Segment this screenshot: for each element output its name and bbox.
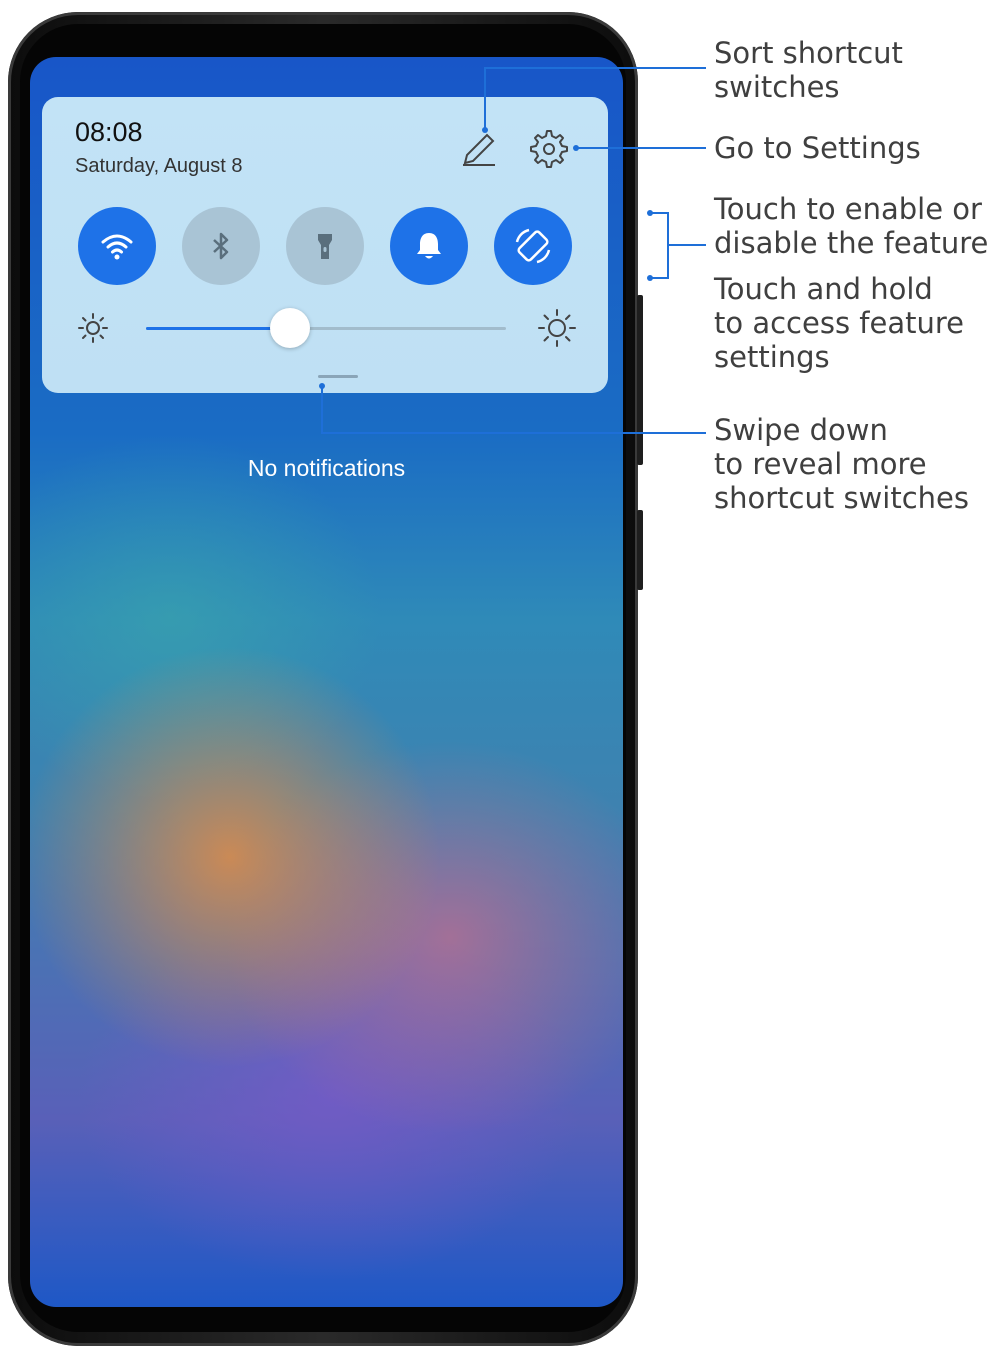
clock-date: Saturday, August 8: [75, 155, 243, 177]
flashlight-toggle[interactable]: [286, 207, 364, 285]
callout-sort-switches: Sort shortcut switches: [714, 36, 903, 104]
gear-icon: [530, 130, 568, 168]
pencil-icon: [463, 133, 495, 166]
flashlight-icon: [318, 234, 332, 259]
settings-button[interactable]: [527, 127, 571, 171]
phone-screen: 08:08 Saturday, August 8 No notification…: [30, 57, 623, 1307]
brightness-high-icon: [536, 307, 578, 354]
wifi-icon: [101, 234, 133, 260]
wifi-toggle[interactable]: [78, 207, 156, 285]
bell-icon: [417, 233, 441, 259]
notification-panel: 08:08 Saturday, August 8: [42, 97, 608, 393]
no-notifications-text: No notifications: [247, 455, 406, 481]
rotate-icon: [515, 228, 551, 264]
callout-go-to-settings: Go to Settings: [714, 131, 921, 165]
brightness-slider-fill: [146, 327, 290, 330]
sound-toggle[interactable]: [390, 207, 468, 285]
brightness-slider-thumb[interactable]: [270, 308, 310, 348]
callout-touch-enable: Touch to enable or disable the feature: [714, 192, 989, 260]
panel-drag-handle[interactable]: [318, 375, 358, 378]
callout-swipe-down: Swipe down to reveal more shortcut switc…: [714, 413, 969, 515]
power-button: [637, 510, 643, 590]
auto-rotate-toggle[interactable]: [494, 207, 572, 285]
volume-button: [637, 295, 643, 465]
brightness-low-icon: [76, 311, 110, 350]
clock-time: 08:08: [75, 117, 143, 147]
bluetooth-toggle[interactable]: [182, 207, 260, 285]
callout-touch-hold: Touch and hold to access feature setting…: [714, 272, 964, 374]
brightness-slider[interactable]: [146, 308, 506, 348]
bluetooth-icon: [213, 232, 229, 260]
edit-switches-button[interactable]: [457, 127, 501, 171]
